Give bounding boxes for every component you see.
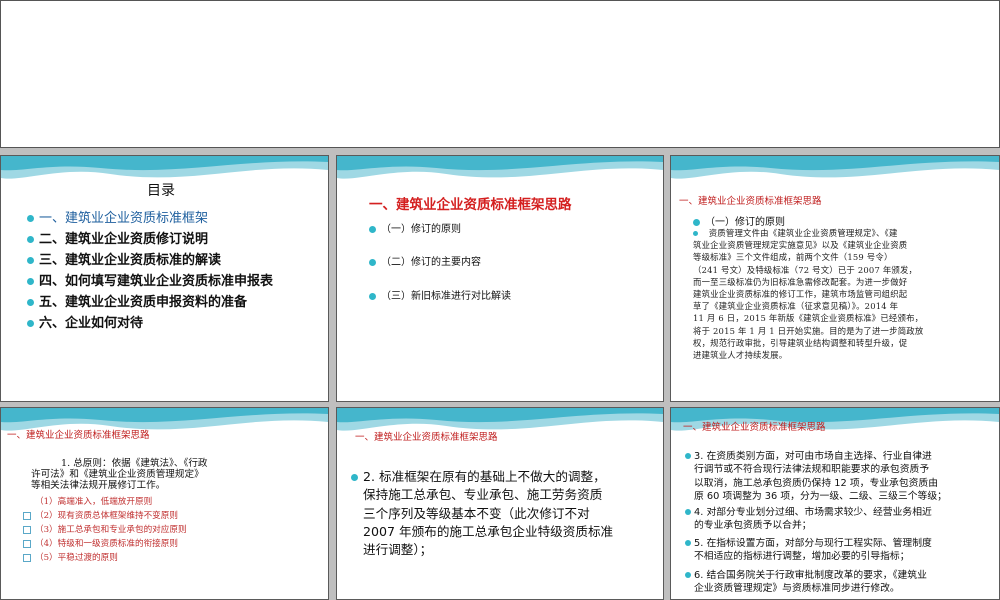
bullet-icon [27,299,34,306]
bullet-icon [685,509,691,515]
toc-item: 六、企业如何对待 [27,312,327,333]
slide-header: 一、建筑业企业资质标准框架思路 [7,430,150,441]
principle-item: （2）现有资质总体框架维持不变原则 [23,509,178,521]
slide-header: 一、建筑业企业资质标准框架思路 [683,422,826,433]
bullet-icon [693,218,700,226]
checkbox-icon [23,553,31,562]
body-block: 3. 在资质类别方面，对可由市场自主选择、行业自律进 行调节或不符合现行法律法规… [685,450,995,504]
principle-item: （1）高端准入，低端放开原则 [35,497,153,507]
bullet-icon [369,225,376,233]
toc-item: 三、建筑业企业资质标准的解读 [27,249,327,270]
body-block: 5. 在指标设置方面，对部分与现行工程实际、管理制度 不相适应的指标进行调整，增… [685,537,995,564]
slide-header: 一、建筑业企业资质标准框架思路 [355,432,498,443]
checkbox-icon [23,539,31,548]
checkbox-icon [23,525,31,534]
body-block: 6. 结合国务院关于行政审批制度改革的要求，《建筑业 企业资质管理规定》与资质标… [685,569,995,596]
bullet-icon [27,257,34,264]
bullet-icon [685,453,691,459]
bullet-icon [685,540,691,546]
checkbox-icon [23,511,31,520]
principle-item: （4）特级和一级资质标准的衔接原则 [23,537,178,549]
body-text: 2. 标准框架在原有的基础上不做大的调整， 保持施工总承包、专业承包、施工劳务资… [351,468,661,559]
toc-title: 目录 [147,183,175,199]
slide-thumbnail-1[interactable]: 目录 一、建筑业企业资质标准框架 二、建筑业企业资质修订说明 三、建筑业企业资质… [0,155,329,402]
toc-list: 一、建筑业企业资质标准框架 二、建筑业企业资质修订说明 三、建筑业企业资质标准的… [27,207,327,333]
principle-item: （3）施工总承包和专业承包的对应原则 [23,523,187,535]
bullet-icon [693,231,698,236]
slide-thumbnail-2[interactable]: 一、建筑业企业资质标准框架思路 （一）修订的原则 （二）修订的主要内容 （三）新… [336,155,664,402]
bullet-icon [27,278,34,285]
slide-thumbnail-4[interactable]: 一、建筑业企业资质标准框架思路 1. 总原则：依据《建筑法》、《行政 许可法》和… [0,407,329,600]
slide-thumbnail-6[interactable]: 一、建筑业企业资质标准框架思路 3. 在资质类别方面，对可由市场自主选择、行业自… [670,407,1000,600]
toc-item: 四、如何填写建筑业企业资质标准申报表 [27,270,327,291]
bullet-icon [27,215,34,222]
list-item: （一）修订的原则 [369,220,461,235]
slide-thumbnail-5[interactable]: 一、建筑业企业资质标准框架思路 2. 标准框架在原有的基础上不做大的调整， 保持… [336,407,664,600]
slide-preview-area[interactable] [0,0,1000,148]
intro-text: 1. 总原则：依据《建筑法》、《行政 许可法》和《建筑业企业资质管理规定》 等相… [31,458,208,491]
subheading: （一）修订的原则 [693,213,785,228]
bullet-icon [369,258,376,266]
bullet-icon [685,572,691,578]
toc-item: 二、建筑业企业资质修订说明 [27,228,327,249]
slide-title: 一、建筑业企业资质标准框架思路 [369,197,572,213]
list-item: （三）新旧标准进行对比解读 [369,287,511,302]
bullet-icon [27,320,34,327]
slide-thumbnail-3[interactable]: 一、建筑业企业资质标准框架思路 （一）修订的原则 资质管理文件由《建筑业企业资质… [670,155,1000,402]
list-item: （二）修订的主要内容 [369,253,481,268]
body-paragraph: 资质管理文件由《建筑业企业资质管理规定》、《建 筑业企业资质管理规定实施意见》以… [693,228,924,361]
principle-item: （5）平稳过渡的原则 [23,551,118,563]
bullet-icon [369,292,376,300]
toc-item: 五、建筑业企业资质申报资料的准备 [27,291,327,312]
slide-header: 一、建筑业企业资质标准框架思路 [679,196,822,207]
bullet-icon [351,474,358,481]
body-block: 4. 对部分专业划分过细、市场需求较少、经营业务相近 的专业承包资质予以合并； [685,506,995,533]
toc-item: 一、建筑业企业资质标准框架 [27,207,327,228]
bullet-icon [27,236,34,243]
